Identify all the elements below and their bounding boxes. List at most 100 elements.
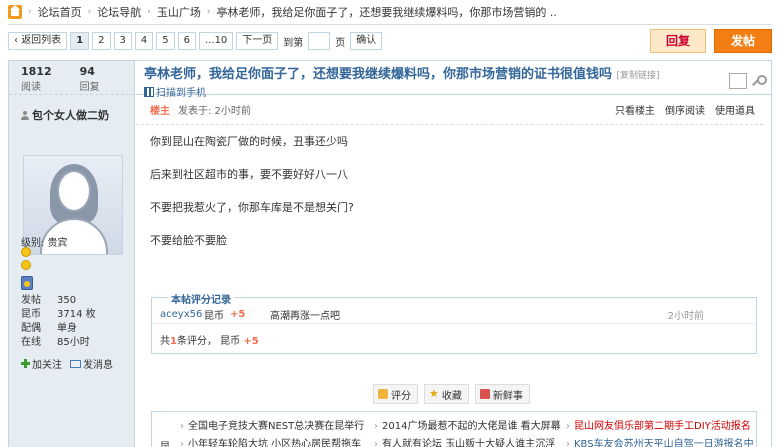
rating-user[interactable]: aceyx56	[160, 309, 204, 320]
author-name-row: 包个女人做二奶	[9, 95, 134, 123]
follow-label: 加关注	[32, 360, 62, 371]
page-last[interactable]: ...10	[199, 32, 234, 50]
views-count: 1812	[21, 65, 52, 78]
breadcrumb-current: 亭林老师，我给足你面子了，还想要我继续爆料吗，你那市场营销的 ..	[216, 6, 557, 19]
rate-button[interactable]: 评分	[373, 384, 418, 404]
thread-title-text: 亭林老师，我给足你面子了，还想要我继续爆料吗，你那市场营销的证书很值钱吗	[144, 67, 613, 82]
attr-key: 在线	[21, 337, 41, 348]
post-time: 发表于: 2小时前	[178, 106, 251, 117]
reply-button[interactable]: 回复	[650, 29, 706, 53]
select-checkbox[interactable]	[729, 73, 747, 89]
separator: ›	[28, 7, 32, 17]
smile-icon	[21, 260, 31, 270]
separator: ›	[147, 7, 151, 17]
ad-column: 昆山网友俱乐部第二期手工DIY活动报名 KBS车友会苏州天平山自驾一日游报名中	[566, 418, 754, 447]
attr-value: 单身	[57, 323, 77, 334]
scan-label: 扫描到手机	[156, 88, 206, 99]
reverse-order-link[interactable]: 倒序阅读	[665, 102, 705, 117]
ad-link[interactable]: 有人就有论坛 玉山贩十大疑人谁主沉浮	[382, 439, 555, 447]
smile-icon	[21, 247, 31, 257]
post-content: 亭林老师，我给足你面子了，还想要我继续爆料吗，你那市场营销的证书很值钱吗 [复制…	[136, 61, 771, 447]
home-icon[interactable]	[8, 5, 22, 19]
attr-value: 3714 枚	[57, 309, 96, 320]
scan-to-phone-link[interactable]: 扫描到手机	[144, 84, 771, 99]
plus-icon	[21, 359, 30, 368]
ad-link[interactable]: 小年轻车轮陷大坑 小区热心居民帮拖车	[188, 439, 361, 447]
new-post-button[interactable]: 发帖	[714, 29, 772, 53]
post-frame: 1812 阅读 94 回复 包个女人做二奶 级别: 贵宾 发帖 350 昆币 371…	[8, 60, 772, 447]
medals	[21, 247, 37, 290]
pager: ‹ 返回列表 1 2 3 4 5 6 ...10 下一页 到第 页 确认	[8, 31, 383, 51]
avatar-head	[57, 170, 91, 212]
ad-links-panel: 昆 全国电子竞技大赛NEST总决赛在昆举行 小年轻车轮陷大坑 小区热心居民帮拖车…	[151, 411, 757, 447]
person-icon	[21, 110, 29, 120]
confirm-button[interactable]: 确认	[350, 32, 383, 50]
author-name[interactable]: 包个女人做二奶	[32, 107, 109, 123]
page-1[interactable]: 1	[70, 32, 90, 50]
rating-currency: 昆币	[204, 311, 224, 322]
attr-row: 在线 85小时	[21, 336, 131, 350]
ad-link[interactable]: 2014广场最惹不起的大佬是谁 看大屏幕	[382, 421, 561, 432]
breadcrumb-forum-nav[interactable]: 论坛导航	[97, 4, 141, 20]
author-actions: 加关注 发消息	[21, 356, 113, 371]
rating-total-mid: 条评分，	[176, 336, 217, 347]
rating-points: +5	[230, 309, 246, 320]
thread-title-bar: 亭林老师，我给足你面子了，还想要我继续爆料吗，你那市场营销的证书很值钱吗 [复制…	[136, 61, 771, 99]
attr-key: 发帖	[21, 295, 41, 306]
page-6[interactable]: 6	[177, 32, 197, 50]
rating-record: 本帖评分记录 aceyx56 昆币 +5 高潮再涨一点吧 2小时前 共1条评分，…	[151, 291, 757, 354]
send-message-button[interactable]: 发消息	[70, 356, 113, 371]
ad-link[interactable]: 全国电子竞技大赛NEST总决赛在昆举行	[188, 421, 364, 432]
ad-link[interactable]: 昆山网友俱乐部第二期手工DIY活动报名	[574, 421, 751, 432]
post-line: 你到昆山在陶瓷厂做的时候，丑事还少吗	[150, 135, 348, 148]
rating-total: 共1条评分， 昆币 +5	[160, 332, 259, 347]
breadcrumb-yushan-square[interactable]: 玉山广场	[157, 4, 201, 20]
wrench-icon[interactable]	[751, 75, 767, 87]
fresh-news-button[interactable]: 新鲜事	[474, 384, 530, 404]
attr-value: 85小时	[57, 337, 90, 348]
rating-total-count: 1	[170, 336, 177, 347]
post-meta-links: 只看楼主 倒序阅读 使用道具	[615, 102, 755, 117]
rate-label: 评分	[391, 390, 411, 402]
page-5[interactable]: 5	[156, 32, 175, 50]
only-owner-link[interactable]: 只看楼主	[615, 102, 655, 117]
attr-row: 昆币 3714 枚	[21, 308, 131, 322]
use-tools-link[interactable]: 使用道具	[715, 102, 755, 117]
rating-total-currency: 昆币	[220, 336, 241, 347]
replies-stat: 94 回复	[80, 65, 100, 94]
star-icon: ★	[429, 387, 439, 400]
next-page-button[interactable]: 下一页	[236, 32, 279, 50]
copy-link-button[interactable]: [复制链接]	[617, 71, 660, 81]
back-to-list-button[interactable]: ‹ 返回列表	[8, 32, 68, 50]
post-line: 不要把我惹火了，你那车库是不是想关门?	[150, 201, 354, 214]
separator: ›	[206, 7, 211, 17]
breadcrumb: › 论坛首页 › 论坛导航 › 玉山广场 › 亭林老师，我给足你面子了，还想要我…	[8, 2, 772, 22]
replies-label: 回复	[79, 82, 100, 93]
goto-label: 到第	[283, 37, 304, 49]
page-3[interactable]: 3	[113, 32, 132, 50]
ad-bullet: 昆	[160, 438, 170, 447]
ad-link[interactable]: KBS车友会苏州天平山自驾一日游报名中	[574, 439, 754, 447]
author-sidebar: 1812 阅读 94 回复 包个女人做二奶 级别: 贵宾 发帖 350 昆币 371…	[9, 61, 135, 447]
attr-row: 配偶 单身	[21, 322, 131, 336]
attr-key: 配偶	[21, 323, 41, 334]
views-label: 阅读	[21, 82, 41, 93]
chevron-left-icon: ‹	[14, 35, 18, 46]
follow-button[interactable]: 加关注	[21, 356, 62, 371]
book-icon	[479, 389, 490, 399]
medal-icon	[21, 276, 33, 290]
page-2[interactable]: 2	[92, 32, 111, 50]
separator: ›	[87, 7, 92, 17]
rating-row: aceyx56 昆币 +5 高潮再涨一点吧 2小时前	[152, 306, 756, 324]
favorite-button[interactable]: ★ 收藏	[424, 384, 469, 404]
post-line: 不要给脸不要脸	[150, 234, 227, 247]
fresh-news-label: 新鲜事	[492, 390, 523, 402]
page-4[interactable]: 4	[134, 32, 154, 50]
page-number-input[interactable]	[308, 32, 331, 50]
message-icon	[70, 359, 81, 368]
post-meta: 楼主 发表于: 2小时前 只看楼主 倒序阅读 使用道具	[136, 95, 763, 125]
owner-badge: 楼主	[150, 106, 170, 117]
post-body: 你到昆山在陶瓷厂做的时候，丑事还少吗 后来到社区超市的事，要不要好好八一八 不要…	[136, 125, 771, 267]
breadcrumb-forum-home[interactable]: 论坛首页	[38, 4, 82, 20]
thumbs-up-icon	[378, 389, 388, 399]
